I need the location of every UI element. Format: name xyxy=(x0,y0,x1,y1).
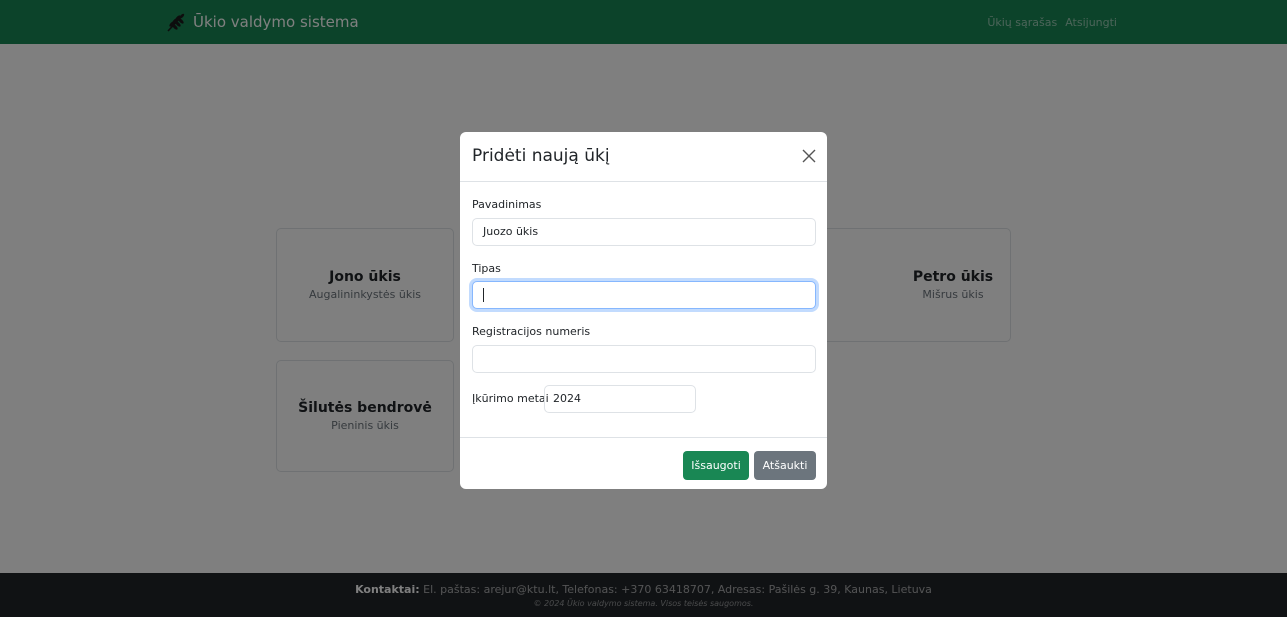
cancel-button[interactable]: Atšaukti xyxy=(754,451,816,480)
type-label: Tipas xyxy=(472,262,501,275)
modal-header: Pridėti naują ūkį xyxy=(460,132,827,182)
modal-footer: Išsaugoti Atšaukti xyxy=(460,437,827,489)
registration-label: Registracijos numeris xyxy=(472,325,591,338)
registration-input[interactable] xyxy=(472,345,816,373)
founding-year-input[interactable]: 2024 xyxy=(544,385,696,413)
name-input[interactable]: Juozo ūkis xyxy=(472,218,816,246)
close-icon[interactable] xyxy=(801,148,817,164)
name-label: Pavadinimas xyxy=(472,198,542,211)
type-input[interactable] xyxy=(472,281,816,309)
founding-year-label: Įkūrimo metai xyxy=(472,392,549,405)
add-farm-modal: Pridėti naują ūkį Pavadinimas Juozo ūkis… xyxy=(460,132,827,489)
modal-title: Pridėti naują ūkį xyxy=(472,146,610,166)
save-button[interactable]: Išsaugoti xyxy=(683,451,749,480)
text-caret xyxy=(483,288,484,302)
